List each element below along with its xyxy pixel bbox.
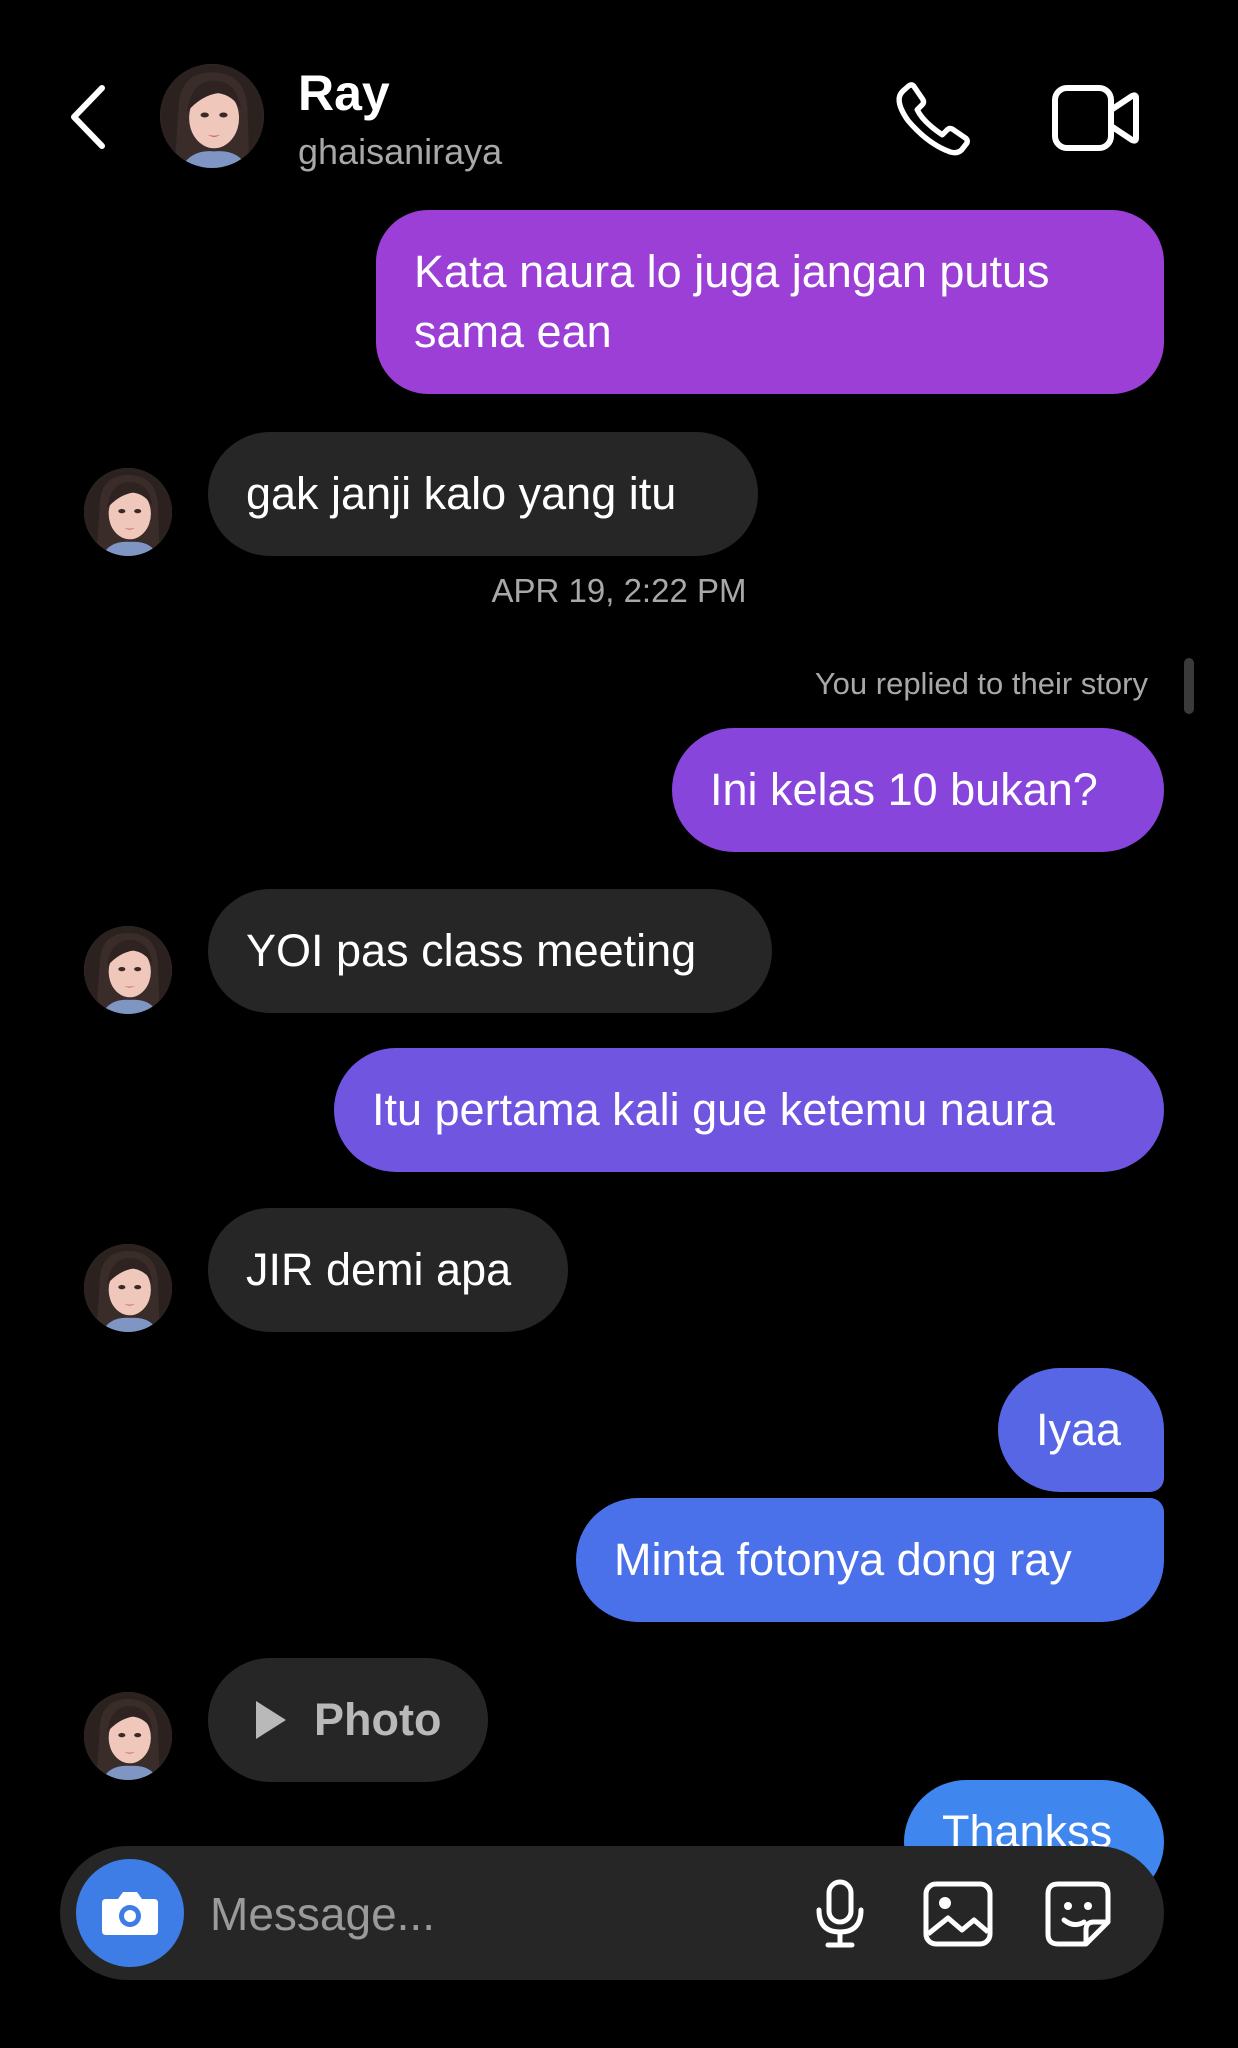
message-timestamp: APR 19, 2:22 PM	[491, 572, 747, 609]
message-composer	[60, 1846, 1164, 1980]
voice-message-button[interactable]	[802, 1876, 878, 1952]
outgoing-message[interactable]: Iyaa	[998, 1368, 1164, 1492]
story-reply-note: You replied to their story	[814, 666, 1148, 701]
sender-avatar[interactable]	[84, 1244, 172, 1332]
chat-header: Ray ghaisaniraya	[0, 0, 1238, 200]
back-button[interactable]	[62, 82, 116, 152]
outgoing-message[interactable]: Ini kelas 10 bukan?	[672, 728, 1164, 852]
incoming-message[interactable]: gak janji kalo yang itu	[208, 432, 758, 556]
play-icon	[256, 1701, 286, 1739]
scroll-indicator[interactable]	[1184, 658, 1194, 714]
outgoing-message[interactable]: Kata naura lo juga jangan putus sama ean	[376, 210, 1164, 394]
message-line: Kata naura lo juga jangan putus	[414, 246, 1050, 297]
incoming-message[interactable]: YOI pas class meeting	[208, 889, 772, 1013]
photo-message[interactable]: Photo	[208, 1658, 488, 1782]
gallery-icon	[923, 1881, 993, 1947]
message-text: YOI pas class meeting	[246, 925, 697, 976]
video-call-button[interactable]	[1050, 78, 1140, 158]
camera-icon	[102, 1892, 158, 1935]
contact-username[interactable]: ghaisaniraya	[298, 130, 502, 174]
contact-name[interactable]: Ray	[298, 64, 390, 122]
sticker-button[interactable]	[1040, 1876, 1116, 1952]
camera-button[interactable]	[76, 1859, 184, 1967]
video-camera-icon	[1052, 85, 1139, 151]
message-text: gak janji kalo yang itu	[246, 468, 677, 519]
sticker-icon	[1045, 1881, 1111, 1947]
outgoing-message[interactable]: Minta fotonya dong ray	[576, 1498, 1164, 1622]
message-text: Ini kelas 10 bukan?	[710, 764, 1098, 815]
message-text: Minta fotonya dong ray	[614, 1534, 1072, 1585]
sender-avatar[interactable]	[84, 1692, 172, 1780]
message-text: Iyaa	[1036, 1404, 1122, 1455]
microphone-icon	[816, 1879, 864, 1948]
outgoing-message[interactable]: Itu pertama kali gue ketemu naura	[334, 1048, 1164, 1172]
message-input[interactable]	[208, 1876, 732, 1952]
message-text: JIR demi apa	[246, 1244, 512, 1295]
back-icon	[71, 85, 105, 149]
incoming-message[interactable]: JIR demi apa	[208, 1208, 568, 1332]
gallery-button[interactable]	[920, 1876, 996, 1952]
sender-avatar[interactable]	[84, 468, 172, 556]
phone-icon	[896, 82, 970, 156]
message-text: Itu pertama kali gue ketemu naura	[372, 1084, 1055, 1135]
message-text: Photo	[314, 1694, 442, 1745]
voice-call-button[interactable]	[890, 76, 976, 162]
contact-avatar[interactable]	[160, 64, 264, 168]
message-line: sama ean	[414, 306, 612, 357]
sender-avatar[interactable]	[84, 926, 172, 1014]
